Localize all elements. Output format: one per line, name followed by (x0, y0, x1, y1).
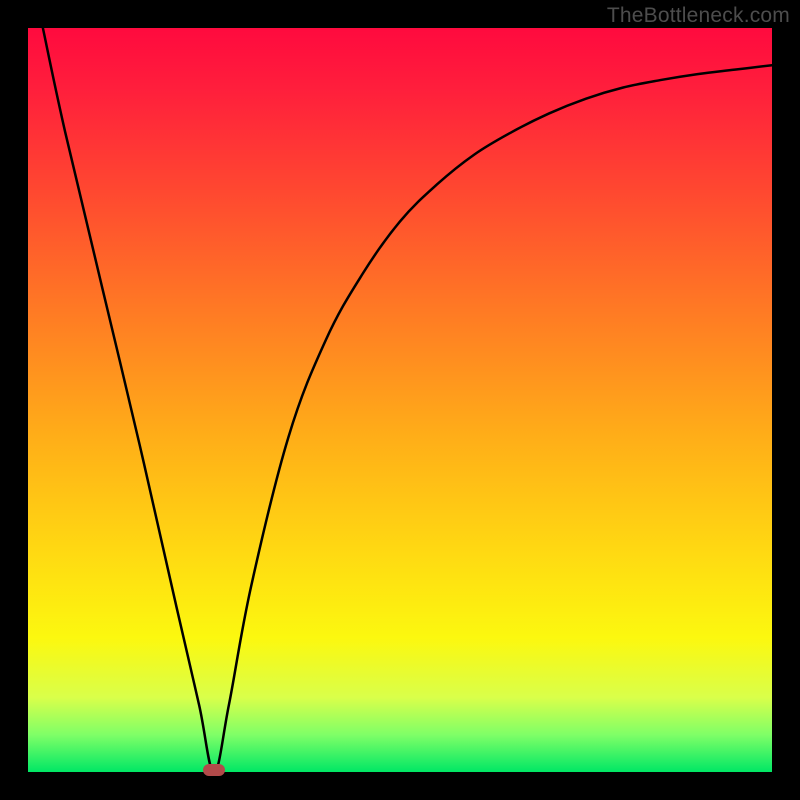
bottleneck-curve (28, 28, 772, 772)
watermark-text: TheBottleneck.com (607, 4, 790, 28)
curve-path (43, 28, 772, 772)
chart-frame: TheBottleneck.com (0, 0, 800, 800)
minimum-marker (203, 764, 225, 776)
plot-area (28, 28, 772, 772)
